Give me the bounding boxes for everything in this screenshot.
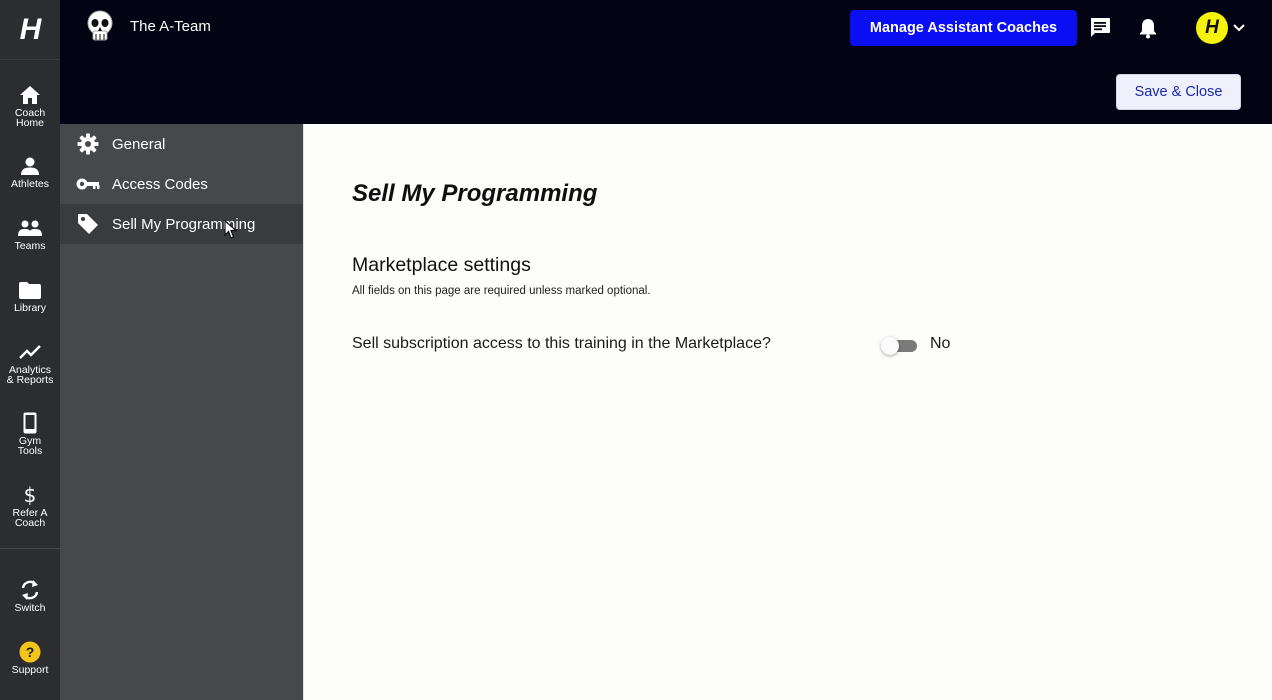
settings-sidebar: General Access Codes Sell My Programming <box>60 124 304 700</box>
phone-icon <box>23 412 37 434</box>
gear-icon <box>60 133 112 155</box>
rail-item-teams[interactable]: Teams <box>0 217 60 251</box>
avatar[interactable]: H <box>1196 12 1228 44</box>
rail-item-label: Refer A Coach <box>12 507 48 529</box>
rail-item-label: Support <box>11 664 49 676</box>
chat-icon[interactable] <box>1089 17 1111 44</box>
rail-item-label: Coach Home <box>14 107 46 129</box>
app-logo[interactable]: H <box>0 0 60 60</box>
rail-item-label: Library <box>13 302 47 314</box>
manage-assistant-coaches-button[interactable]: Manage Assistant Coaches <box>850 10 1077 46</box>
rail-item-label: Analytics & Reports <box>6 364 54 386</box>
folder-icon <box>19 279 41 301</box>
team-name: The A-Team <box>130 18 211 35</box>
marketplace-toggle[interactable] <box>881 337 919 355</box>
sync-icon <box>20 579 40 601</box>
app-rail: H Coach Home Athletes Teams Library Anal… <box>0 0 60 700</box>
home-icon <box>20 84 40 106</box>
rail-item-analytics[interactable]: Analytics & Reports <box>0 341 60 385</box>
svg-text:?: ? <box>26 644 35 660</box>
subnav-item-label: Access Codes <box>112 175 208 193</box>
rail-item-label: Athletes <box>11 178 49 190</box>
rail-item-switch[interactable]: Switch <box>0 579 60 613</box>
group-icon <box>18 217 42 239</box>
subnav-item-general[interactable]: General <box>60 124 304 164</box>
rail-item-label: Teams <box>14 240 46 252</box>
save-and-close-button[interactable]: Save & Close <box>1116 74 1241 110</box>
chevron-down-icon[interactable] <box>1232 20 1246 38</box>
app-logo-text: H <box>19 12 42 46</box>
key-icon <box>60 177 112 191</box>
subnav-item-access-codes[interactable]: Access Codes <box>60 164 304 204</box>
dollar-icon: $ <box>23 483 37 507</box>
mouse-pointer-icon <box>224 219 238 245</box>
rail-item-library[interactable]: Library <box>0 279 60 313</box>
page-title: Sell My Programming <box>352 180 598 207</box>
rail-item-label: Gym Tools <box>17 435 43 457</box>
rail-item-support[interactable]: ? Support <box>0 641 60 675</box>
person-icon <box>21 155 39 177</box>
rail-divider <box>0 548 60 549</box>
marketplace-question-label: Sell subscription access to this trainin… <box>352 335 771 352</box>
help-icon: ? <box>19 641 41 663</box>
rail-item-athletes[interactable]: Athletes <box>0 155 60 189</box>
rail-item-coach-home[interactable]: Coach Home <box>0 84 60 128</box>
rail-item-refer-coach[interactable]: $ Refer A Coach <box>0 483 60 529</box>
section-title: Marketplace settings <box>352 254 531 276</box>
main-content: Sell My Programming Marketplace settings… <box>304 124 1272 700</box>
subnav-item-sell-my-programming[interactable]: Sell My Programming <box>60 204 304 244</box>
bell-icon[interactable] <box>1138 17 1158 44</box>
trending-icon <box>19 341 41 363</box>
tag-icon <box>60 213 112 235</box>
team-skull-logo <box>85 10 115 44</box>
toggle-state-label: No <box>930 335 951 352</box>
rail-item-gym-tools[interactable]: Gym Tools <box>0 412 60 456</box>
avatar-letter: H <box>1205 17 1219 38</box>
top-bar: The A-Team Manage Assistant Coaches H Sa… <box>60 0 1272 124</box>
toggle-knob <box>881 337 899 355</box>
section-note: All fields on this page are required unl… <box>352 285 651 297</box>
subnav-item-label: General <box>112 135 166 153</box>
rail-item-label: Switch <box>14 602 46 614</box>
